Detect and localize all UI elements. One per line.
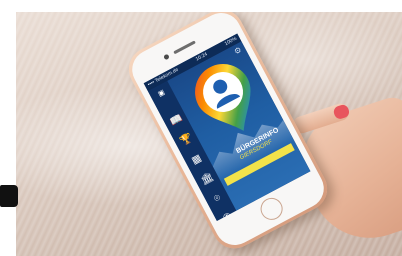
bank-icon[interactable]: 🏛 — [199, 171, 215, 188]
earpiece-speaker — [173, 40, 196, 55]
map-pin-icon[interactable]: ⌾ — [210, 191, 226, 207]
bed-background: •••• Telekom.de 10:24 100% ▣ 📖 🏆 ▦ 🏛 ⌾ ✆… — [16, 12, 402, 256]
trophy-icon[interactable]: 🏆 — [179, 132, 195, 149]
phone-screen: •••• Telekom.de 10:24 100% ▣ 📖 🏆 ▦ 🏛 ⌾ ✆… — [143, 33, 311, 221]
menu-logo-icon[interactable]: ▣ — [154, 86, 170, 102]
book-icon[interactable]: 📖 — [168, 113, 184, 129]
calendar-icon[interactable]: ▦ — [189, 152, 205, 168]
app-store-badge-icon — [0, 185, 18, 207]
smartphone: •••• Telekom.de 10:24 100% ▣ 📖 🏆 ▦ 🏛 ⌾ ✆… — [121, 12, 335, 256]
front-camera — [163, 53, 170, 61]
phone-icon[interactable]: ✆ — [220, 210, 236, 221]
home-button[interactable] — [256, 194, 287, 224]
phone-front: •••• Telekom.de 10:24 100% ▣ 📖 🏆 ▦ 🏛 ⌾ ✆… — [125, 12, 331, 253]
